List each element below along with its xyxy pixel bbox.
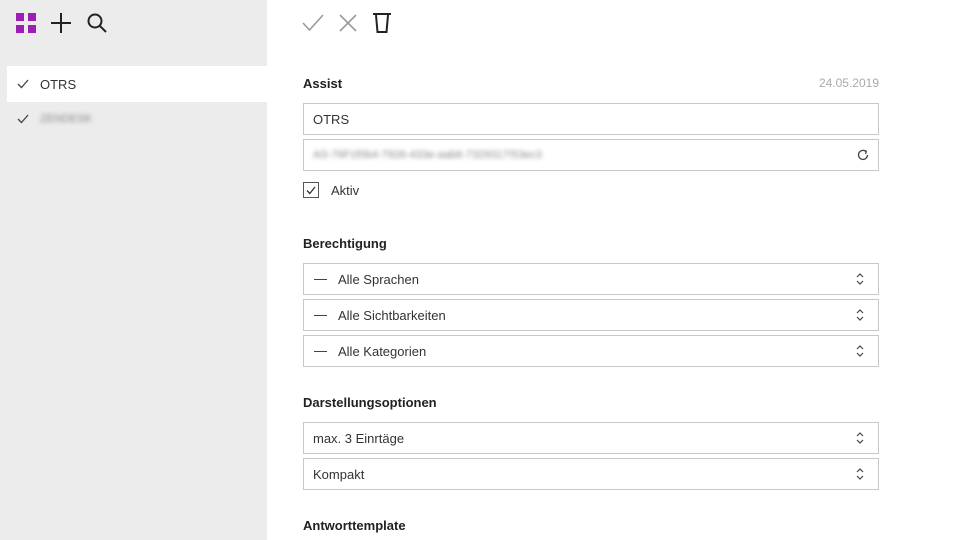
- section-title-display: Darstellungsoptionen: [303, 395, 437, 410]
- languages-select[interactable]: Alle Sprachen: [303, 263, 879, 295]
- layout-select-value: Kompakt: [313, 466, 365, 482]
- check-icon: [17, 79, 31, 89]
- active-checkbox-row[interactable]: Aktiv: [303, 182, 359, 198]
- trash-icon[interactable]: [372, 12, 392, 39]
- search-icon[interactable]: [86, 12, 108, 39]
- chevron-updown-icon: [856, 431, 868, 445]
- active-checkbox-label: Aktiv: [331, 182, 360, 198]
- sidebar-item-label: ZENDESK: [40, 113, 92, 125]
- categories-select-value: Alle Kategorien: [338, 343, 427, 359]
- plus-icon[interactable]: [50, 12, 72, 39]
- sidebar-item-zendesk[interactable]: ZENDESK: [7, 101, 267, 137]
- close-icon[interactable]: [338, 13, 358, 38]
- max-entries-select-value: max. 3 Einrtäge: [313, 430, 405, 446]
- date-label: 24.05.2019: [818, 76, 879, 90]
- languages-select-value: Alle Sprachen: [338, 271, 419, 287]
- chevron-updown-icon: [856, 344, 868, 358]
- check-icon: [17, 114, 31, 124]
- refresh-icon[interactable]: [856, 148, 870, 162]
- section-title-template: Antworttemplate: [303, 518, 406, 533]
- visibilities-select-value: Alle Sichtbarkeiten: [338, 307, 446, 323]
- section-title-assist: Assist: [303, 76, 343, 91]
- sidebar-toolbar: [16, 12, 108, 38]
- categories-select[interactable]: Alle Kategorien: [303, 335, 879, 367]
- max-entries-select[interactable]: max. 3 Einrtäge: [303, 422, 879, 454]
- name-field[interactable]: OTRS: [303, 103, 879, 135]
- chevron-updown-icon: [856, 308, 868, 322]
- section-title-permissions: Berechtigung: [303, 236, 387, 251]
- name-field-value: OTRS: [313, 111, 350, 127]
- sidebar-item-label: OTRS: [40, 76, 77, 92]
- main-toolbar: [302, 12, 392, 38]
- sidebar-item-otrs[interactable]: OTRS: [7, 66, 267, 102]
- layout-select[interactable]: Kompakt: [303, 458, 879, 490]
- chevron-updown-icon: [856, 467, 868, 481]
- active-checkbox[interactable]: [303, 182, 319, 198]
- dash-icon: [314, 278, 327, 280]
- token-field[interactable]: AS-76F1f0b4-7926-433e-aab6-7329317!53ec3: [303, 139, 879, 171]
- grid-icon[interactable]: [16, 12, 36, 38]
- dash-icon: [314, 350, 327, 352]
- chevron-updown-icon: [856, 272, 868, 286]
- visibilities-select[interactable]: Alle Sichtbarkeiten: [303, 299, 879, 331]
- check-icon[interactable]: [302, 13, 324, 38]
- token-field-value: AS-76F1f0b4-7926-433e-aab6-7329317!53ec3: [313, 149, 542, 161]
- dash-icon: [314, 314, 327, 316]
- sidebar: OTRS ZENDESK: [0, 0, 267, 540]
